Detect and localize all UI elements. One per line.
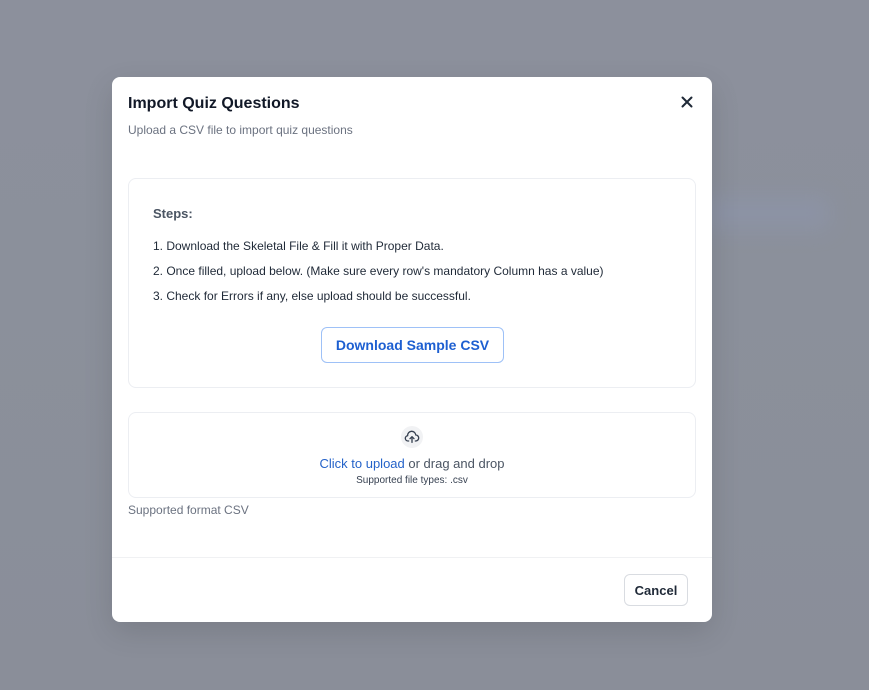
upload-icon-badge	[401, 426, 423, 448]
steps-heading: Steps:	[153, 206, 193, 221]
supported-file-types: Supported file types: .csv	[356, 475, 468, 486]
step-item: 2. Once filled, upload below. (Make sure…	[153, 264, 604, 278]
click-to-upload-link[interactable]: Click to upload	[319, 456, 404, 471]
step-item: 3. Check for Errors if any, else upload …	[153, 289, 471, 303]
step-item: 1. Download the Skeletal File & Fill it …	[153, 239, 444, 253]
cancel-button[interactable]: Cancel	[624, 574, 688, 606]
dialog-title: Import Quiz Questions	[128, 95, 300, 112]
steps-card: Steps: 1. Download the Skeletal File & F…	[128, 178, 696, 388]
cloud-upload-icon	[404, 430, 420, 443]
footer-divider	[112, 557, 712, 558]
background-blurred-element	[700, 196, 830, 230]
close-button[interactable]	[676, 91, 698, 113]
supported-format-note: Supported format CSV	[128, 503, 249, 517]
upload-instructions: Click to upload or drag and drop	[129, 456, 695, 471]
download-sample-csv-button[interactable]: Download Sample CSV	[321, 327, 504, 363]
file-upload-dropzone[interactable]: Click to upload or drag and drop Support…	[128, 412, 696, 498]
close-icon	[681, 96, 693, 108]
import-dialog: Import Quiz Questions Upload a CSV file …	[112, 77, 712, 622]
drag-drop-text: or drag and drop	[404, 456, 505, 471]
dialog-subtitle: Upload a CSV file to import quiz questio…	[128, 123, 353, 137]
